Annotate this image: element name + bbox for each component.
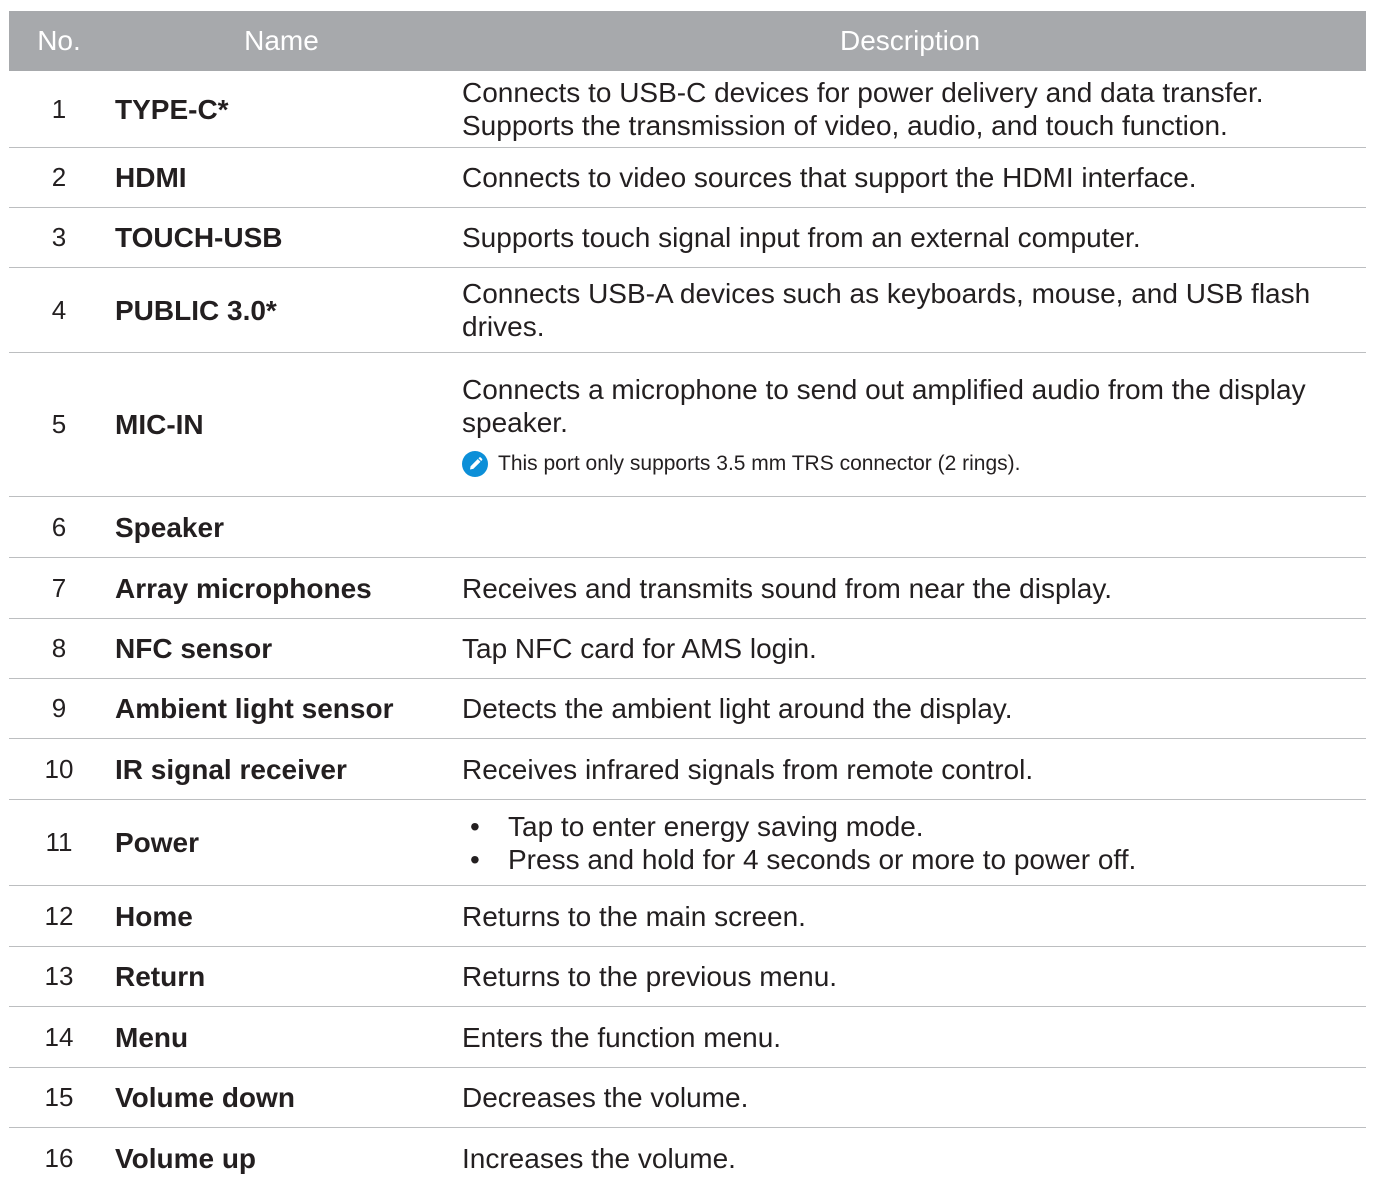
- row-description-cell: Connects a microphone to send out amplif…: [454, 373, 1366, 477]
- row-name: Speaker: [115, 511, 224, 543]
- table-row: 8 NFC sensor Tap NFC card for AMS login.: [9, 619, 1366, 679]
- row-number: 10: [44, 753, 74, 784]
- row-name: HDMI: [115, 162, 187, 193]
- row-description: Connects USB-A devices such as keyboards…: [462, 278, 1311, 342]
- note: This port only supports 3.5 mm TRS conne…: [462, 450, 1356, 477]
- row-description: Detects the ambient light around the dis…: [462, 693, 1013, 724]
- table-row: 12 Home Returns to the main screen.: [9, 886, 1366, 947]
- bullet-text: Tap to enter energy saving mode.: [508, 810, 924, 842]
- list-item: • Tap to enter energy saving mode.: [462, 810, 1356, 843]
- row-description: Increases the volume.: [462, 1142, 736, 1174]
- table-header: No. Name Description: [9, 11, 1366, 71]
- row-number: 5: [51, 409, 67, 439]
- table-row: 3 TOUCH-USB Supports touch signal input …: [9, 208, 1366, 268]
- row-description: Supports touch signal input from an exte…: [462, 222, 1141, 253]
- row-description: Connects a microphone to send out amplif…: [462, 373, 1306, 438]
- bullet-text: Press and hold for 4 seconds or more to …: [508, 843, 1137, 875]
- row-name: Array microphones: [115, 572, 372, 604]
- row-name: NFC sensor: [115, 633, 273, 664]
- row-number: 8: [51, 633, 67, 663]
- row-name: Return: [115, 961, 206, 992]
- row-description: Connects to USB-C devices for power deli…: [462, 77, 1264, 141]
- table-row: 10 IR signal receiver Receives infrared …: [9, 739, 1366, 800]
- row-number: 7: [51, 572, 67, 603]
- row-number: 3: [51, 222, 67, 252]
- row-description: Receives infrared signals from remote co…: [462, 753, 1034, 785]
- table-row: 6 Speaker: [9, 497, 1366, 558]
- row-description: Returns to the previous menu.: [462, 961, 838, 992]
- row-name: IR signal receiver: [115, 753, 347, 785]
- bullet-list: • Tap to enter energy saving mode. • Pre…: [462, 810, 1356, 876]
- row-name: Power: [115, 827, 200, 858]
- header-name: Name: [244, 25, 319, 56]
- row-description-cell: • Tap to enter energy saving mode. • Pre…: [454, 810, 1366, 876]
- row-number: 15: [44, 1082, 74, 1112]
- row-name: TOUCH-USB: [115, 222, 283, 253]
- row-description: Connects to video sources that support t…: [462, 162, 1197, 193]
- row-name: Volume down: [115, 1082, 295, 1113]
- header-description: Description: [839, 25, 981, 56]
- header-no: No.: [37, 25, 81, 56]
- row-number: 16: [44, 1142, 74, 1173]
- table-row: 4 PUBLIC 3.0* Connects USB-A devices suc…: [9, 268, 1366, 353]
- row-number: 12: [44, 900, 74, 931]
- row-number: 6: [51, 511, 67, 542]
- row-number: 1: [51, 93, 67, 124]
- row-name: PUBLIC 3.0*: [115, 294, 277, 326]
- table-row: 2 HDMI Connects to video sources that su…: [9, 148, 1366, 208]
- table-row: 16 Volume up Increases the volume.: [9, 1128, 1366, 1188]
- row-number: 4: [51, 294, 67, 325]
- row-number: 9: [51, 693, 67, 723]
- port-description-table: No. Name Description 1 TYPE-C* Connects …: [9, 11, 1366, 1188]
- row-number: 13: [44, 961, 74, 991]
- row-description: Decreases the volume.: [462, 1082, 749, 1113]
- table-row: 1 TYPE-C* Connects to USB-C devices for …: [9, 71, 1366, 148]
- row-name: Ambient light sensor: [115, 693, 394, 724]
- table-row: 7 Array microphones Receives and transmi…: [9, 558, 1366, 619]
- row-name: TYPE-C*: [115, 93, 229, 125]
- table-row: 5 MIC-IN Connects a microphone to send o…: [9, 353, 1366, 497]
- pencil-note-icon: [462, 450, 488, 477]
- row-name: Volume up: [115, 1142, 257, 1174]
- note-text: This port only supports 3.5 mm TRS conne…: [498, 451, 1021, 475]
- row-number: 2: [51, 162, 67, 192]
- list-item: • Press and hold for 4 seconds or more t…: [462, 843, 1356, 876]
- bullet-glyph: •: [470, 810, 480, 842]
- table-row: 11 Power • Tap to enter energy saving mo…: [9, 800, 1366, 886]
- row-name: Menu: [115, 1021, 189, 1053]
- table-row: 9 Ambient light sensor Detects the ambie…: [9, 679, 1366, 739]
- row-description: Enters the function menu.: [462, 1021, 782, 1053]
- row-number: 11: [45, 827, 73, 857]
- table-row: 15 Volume down Decreases the volume.: [9, 1068, 1366, 1128]
- bullet-glyph: •: [470, 843, 480, 875]
- row-name: MIC-IN: [115, 409, 204, 440]
- table-row: 13 Return Returns to the previous menu.: [9, 947, 1366, 1007]
- row-number: 14: [44, 1021, 74, 1052]
- row-name: Home: [115, 900, 193, 932]
- row-description: Receives and transmits sound from near t…: [462, 572, 1113, 604]
- row-description: Returns to the main screen.: [462, 900, 806, 932]
- row-description: Tap NFC card for AMS login.: [462, 633, 817, 664]
- table-row: 14 Menu Enters the function menu.: [9, 1007, 1366, 1068]
